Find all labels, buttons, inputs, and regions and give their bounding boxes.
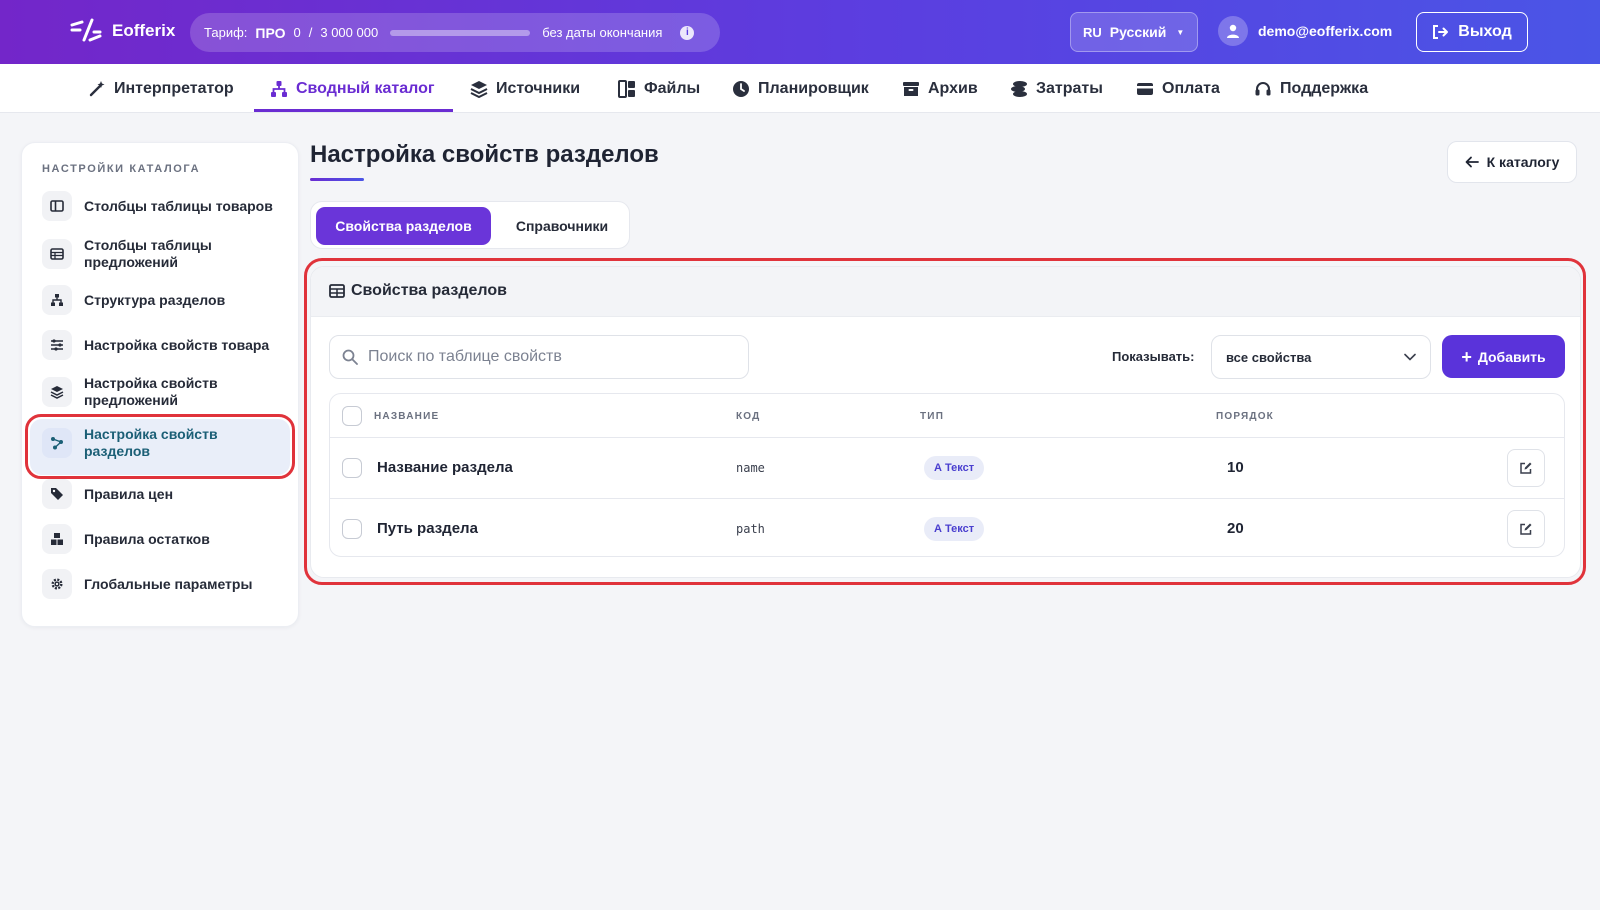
- nav-label: Источники: [496, 79, 581, 97]
- plan-used: 0: [293, 25, 301, 40]
- plan-name: ПРО: [255, 24, 286, 41]
- boxes-icon: [42, 524, 72, 554]
- sidebar-item-label: Глобальные параметры: [84, 575, 253, 592]
- highlight-box-sidebar: [25, 414, 295, 479]
- files-icon: [618, 79, 635, 98]
- hierarchy-icon: [42, 285, 72, 315]
- language-code: RU: [1083, 24, 1102, 40]
- sidebar-item-label: Настройка свойств предложений: [84, 375, 218, 408]
- nav-active-indicator: [254, 109, 453, 112]
- tags-icon: [42, 479, 72, 509]
- nav-label: Архив: [928, 79, 978, 97]
- credit-card-icon: [1137, 82, 1153, 95]
- sidebar-item-label: Столбцы таблицы товаров: [84, 197, 273, 214]
- sidebar-item-label: Структура разделов: [84, 291, 226, 308]
- nav-item-costs[interactable]: Затраты: [1010, 64, 1103, 113]
- sidebar-title: НАСТРОЙКИ КАТАЛОГА: [42, 163, 201, 175]
- nav-label: Сводный каталог: [296, 79, 435, 97]
- sidebar-item-offer-properties[interactable]: Настройка свойств предложений: [42, 375, 282, 409]
- highlight-box-card: [304, 258, 1586, 585]
- language-selector[interactable]: RU Русский ▼: [1070, 12, 1198, 52]
- sidebar-item-price-rules[interactable]: Правила цен: [42, 479, 282, 509]
- sidebar-item-product-columns[interactable]: Столбцы таблицы товаров: [42, 191, 282, 221]
- clock-icon: [733, 80, 749, 97]
- plan-usage-pill: Тариф: ПРО 0 / 3 000 000 без даты оконча…: [190, 13, 720, 52]
- arrow-left-icon: [1465, 156, 1479, 168]
- nav-label: Оплата: [1162, 79, 1220, 97]
- user-menu[interactable]: demo@eofferix.com: [1218, 16, 1392, 46]
- sidebar-item-label: Столбцы таблицы предложений: [84, 237, 212, 270]
- layers-icon: [470, 80, 488, 98]
- sliders-icon: [42, 330, 72, 360]
- sidebar-item-offer-columns[interactable]: Столбцы таблицы предложений: [42, 237, 282, 271]
- coins-icon: [1011, 80, 1027, 97]
- archive-icon: [903, 81, 919, 96]
- nav-item-support[interactable]: Поддержка: [1254, 64, 1368, 113]
- nav-item-scheduler[interactable]: Планировщик: [732, 64, 869, 113]
- usage-progress-bar: [390, 29, 531, 36]
- sidebar-item-label: Настройка свойств товара: [84, 336, 270, 353]
- plan-label: Тариф:: [204, 25, 248, 40]
- magic-wand-icon: [89, 80, 105, 96]
- nav-item-archive[interactable]: Архив: [902, 64, 978, 113]
- nav-item-catalog[interactable]: Сводный каталог: [270, 64, 435, 113]
- sitemap-icon: [271, 80, 287, 97]
- back-label: К каталогу: [1486, 154, 1560, 170]
- info-icon[interactable]: i: [680, 25, 695, 40]
- sidebar-item-stock-rules[interactable]: Правила остатков: [42, 524, 282, 554]
- top-bar: Eofferix Тариф: ПРО 0 / 3 000 000 без да…: [0, 0, 1600, 64]
- nav-item-payment[interactable]: Оплата: [1136, 64, 1220, 113]
- caret-down-icon: ▼: [1176, 27, 1185, 37]
- title-underline: [310, 178, 364, 181]
- sidebar-item-global-params[interactable]: Глобальные параметры: [42, 569, 282, 599]
- user-avatar-icon: [1218, 16, 1248, 46]
- sidebar-item-section-structure[interactable]: Структура разделов: [42, 285, 282, 315]
- layers-icon: [42, 377, 72, 407]
- plan-expiry: без даты окончания: [542, 25, 663, 40]
- nav-item-sources[interactable]: Источники: [470, 64, 580, 113]
- main-nav: Интерпретатор Сводный каталог Источники …: [0, 64, 1600, 113]
- tab-section-properties[interactable]: Свойства разделов: [316, 207, 491, 245]
- sidebar-item-product-properties[interactable]: Настройка свойств товара: [42, 330, 282, 360]
- app-name: Eofferix: [112, 21, 176, 40]
- nav-label: Поддержка: [1280, 79, 1369, 97]
- columns-icon: [42, 191, 72, 221]
- table-icon: [42, 239, 72, 269]
- logo-icon: [70, 18, 102, 42]
- nav-label: Планировщик: [758, 79, 869, 97]
- settings-sidebar: НАСТРОЙКИ КАТАЛОГА Столбцы таблицы товар…: [21, 142, 299, 627]
- app-logo[interactable]: Eofferix: [70, 18, 175, 44]
- nav-label: Файлы: [644, 79, 701, 97]
- sidebar-item-label: Правила цен: [84, 485, 174, 502]
- nav-item-files[interactable]: Файлы: [618, 64, 700, 113]
- logout-button[interactable]: Выход: [1416, 12, 1528, 52]
- sidebar-item-label: Правила остатков: [84, 530, 210, 547]
- nav-item-interpreter[interactable]: Интерпретатор: [88, 64, 234, 113]
- logout-icon: [1433, 25, 1449, 39]
- plan-limit: 3 000 000: [320, 25, 379, 40]
- logout-label: Выход: [1458, 23, 1512, 40]
- headset-icon: [1255, 81, 1271, 95]
- gear-icon: [42, 569, 72, 599]
- user-email: demo@eofferix.com: [1258, 23, 1393, 39]
- nav-label: Затраты: [1036, 79, 1103, 97]
- language-label: Русский: [1109, 24, 1167, 40]
- tab-dictionaries[interactable]: Справочники: [501, 207, 623, 245]
- nav-label: Интерпретатор: [114, 79, 234, 97]
- tab-bar: Свойства разделов Справочники: [310, 201, 630, 249]
- page-title: Настройка свойств разделов: [310, 141, 659, 168]
- back-to-catalog-button[interactable]: К каталогу: [1447, 141, 1577, 183]
- plan-separator: /: [308, 25, 313, 40]
